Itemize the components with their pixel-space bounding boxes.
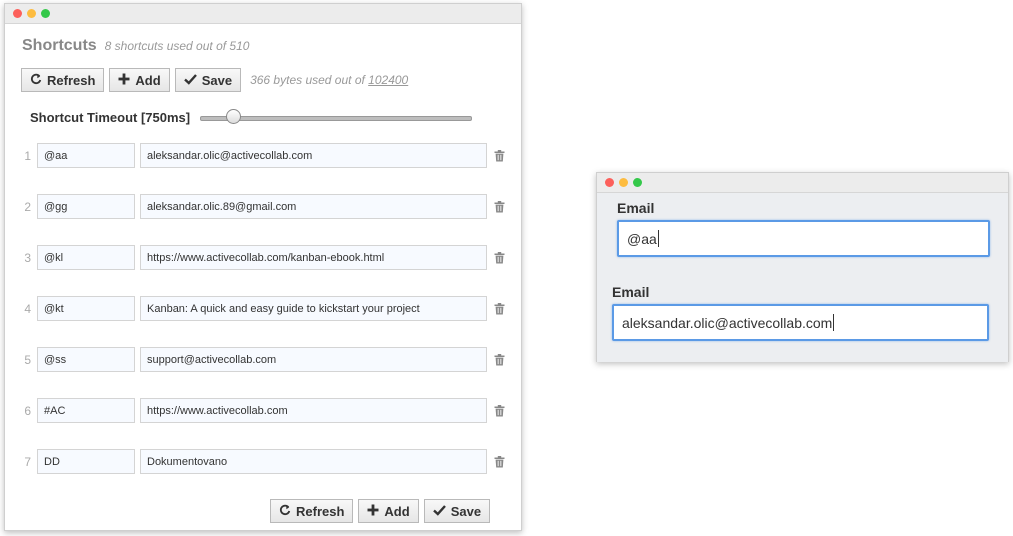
shortcut-value-input[interactable]: Kanban: A quick and easy guide to kickst… [140,296,487,321]
bytes-limit-link[interactable]: 102400 [368,73,408,87]
email-label-1: Email [617,200,655,216]
shortcut-value-input[interactable]: Dokumentovano [140,449,487,474]
title-bar [5,4,521,24]
bytes-usage-prefix: 366 bytes used out of [250,73,365,87]
shortcut-row: 3 @kl https://www.activecollab.com/kanban-… [19,245,506,270]
row-number: 1 [24,148,31,163]
shortcut-key-input[interactable]: @kl [37,245,135,270]
email-input-1[interactable]: @aa [617,220,990,257]
shortcut-value-input[interactable]: https://www.activecollab.com [140,398,487,423]
zoom-window-button[interactable] [41,9,50,18]
shortcut-row: 4 @kt Kanban: A quick and easy guide to ki… [19,296,506,321]
trash-icon[interactable] [492,353,506,367]
plus-icon [367,504,379,519]
save-button[interactable]: Save [174,68,242,92]
checkmark-icon [432,504,446,519]
shortcut-row: 6 #AC https://www.activecollab.com [19,398,506,423]
minimize-window-button[interactable] [619,178,628,187]
email-preview-window: Email @aa Email aleksandar.olic@activeco… [596,172,1009,362]
footer-refresh-label: Refresh [296,503,345,519]
shortcuts-window: Shortcuts 8 shortcuts used out of 510 Re… [4,3,522,531]
shortcut-key-input[interactable]: @ss [37,347,135,372]
add-button[interactable]: Add [109,68,170,92]
trash-icon[interactable] [492,200,506,214]
refresh-button[interactable]: Refresh [21,68,105,92]
checkmark-icon [183,73,197,88]
save-button-label: Save [201,72,233,88]
shortcut-value-input[interactable]: support@activecollab.com [140,347,487,372]
email-input-1-value: @aa [627,230,657,247]
refresh-icon [30,73,42,88]
shortcut-value-input[interactable]: aleksandar.olic.89@gmail.com [140,194,487,219]
email-form: Email @aa Email aleksandar.olic@activeco… [597,193,1008,362]
row-number: 6 [24,403,31,418]
email-input-2-value: aleksandar.olic@activecollab.com [622,314,833,331]
row-number: 7 [24,454,31,469]
trash-icon[interactable] [492,302,506,316]
refresh-button-label: Refresh [47,72,96,88]
footer-save-button[interactable]: Save [423,499,491,523]
top-toolbar: Refresh Add Save 366 bytes used out of 1… [21,68,408,92]
timeout-slider[interactable] [200,108,473,126]
plus-icon [118,73,130,88]
minimize-window-button[interactable] [27,9,36,18]
trash-icon[interactable] [492,251,506,265]
shortcut-key-input[interactable]: @gg [37,194,135,219]
bytes-usage-text: 366 bytes used out of 102400 [250,73,408,87]
text-caret [657,230,659,247]
footer-save-label: Save [450,503,482,519]
timeout-label: Shortcut Timeout [750ms] [30,109,191,125]
footer-refresh-button[interactable]: Refresh [270,499,354,523]
bottom-toolbar: Refresh Add Save [270,499,495,523]
shortcut-value-input[interactable]: https://www.activecollab.com/kanban-eboo… [140,245,487,270]
shortcut-row: 1 @aa aleksandar.olic@activecollab.com [19,143,506,168]
shortcut-row: 5 @ss support@activecollab.com [19,347,506,372]
timeout-setting: Shortcut Timeout [750ms] [30,108,473,126]
email-input-2[interactable]: aleksandar.olic@activecollab.com [612,304,989,341]
row-number: 3 [24,250,31,265]
trash-icon[interactable] [492,149,506,163]
header: Shortcuts 8 shortcuts used out of 510 [22,37,249,55]
shortcut-key-input[interactable]: @kt [37,296,135,321]
row-number: 5 [24,352,31,367]
trash-icon[interactable] [492,455,506,469]
shortcut-value-input[interactable]: aleksandar.olic@activecollab.com [140,143,487,168]
email-label-2: Email [612,284,650,300]
shortcut-key-input[interactable]: #AC [37,398,135,423]
shortcut-row: 7 DD Dokumentovano [19,449,506,474]
trash-icon[interactable] [492,404,506,418]
text-caret [833,314,835,331]
title-bar [597,173,1008,193]
page-title: Shortcuts [22,37,97,54]
row-number: 4 [24,301,31,316]
shortcut-usage-text: 8 shortcuts used out of 510 [104,39,250,53]
close-window-button[interactable] [605,178,614,187]
footer-add-button[interactable]: Add [358,499,419,523]
shortcut-row: 2 @gg aleksandar.olic.89@gmail.com [19,194,506,219]
row-number: 2 [24,199,31,214]
zoom-window-button[interactable] [633,178,642,187]
shortcut-key-input[interactable]: @aa [37,143,135,168]
close-window-button[interactable] [13,9,22,18]
refresh-icon [279,504,291,519]
shortcut-key-input[interactable]: DD [37,449,135,474]
footer-add-label: Add [384,503,410,519]
add-button-label: Add [135,72,161,88]
slider-handle[interactable] [226,109,242,124]
